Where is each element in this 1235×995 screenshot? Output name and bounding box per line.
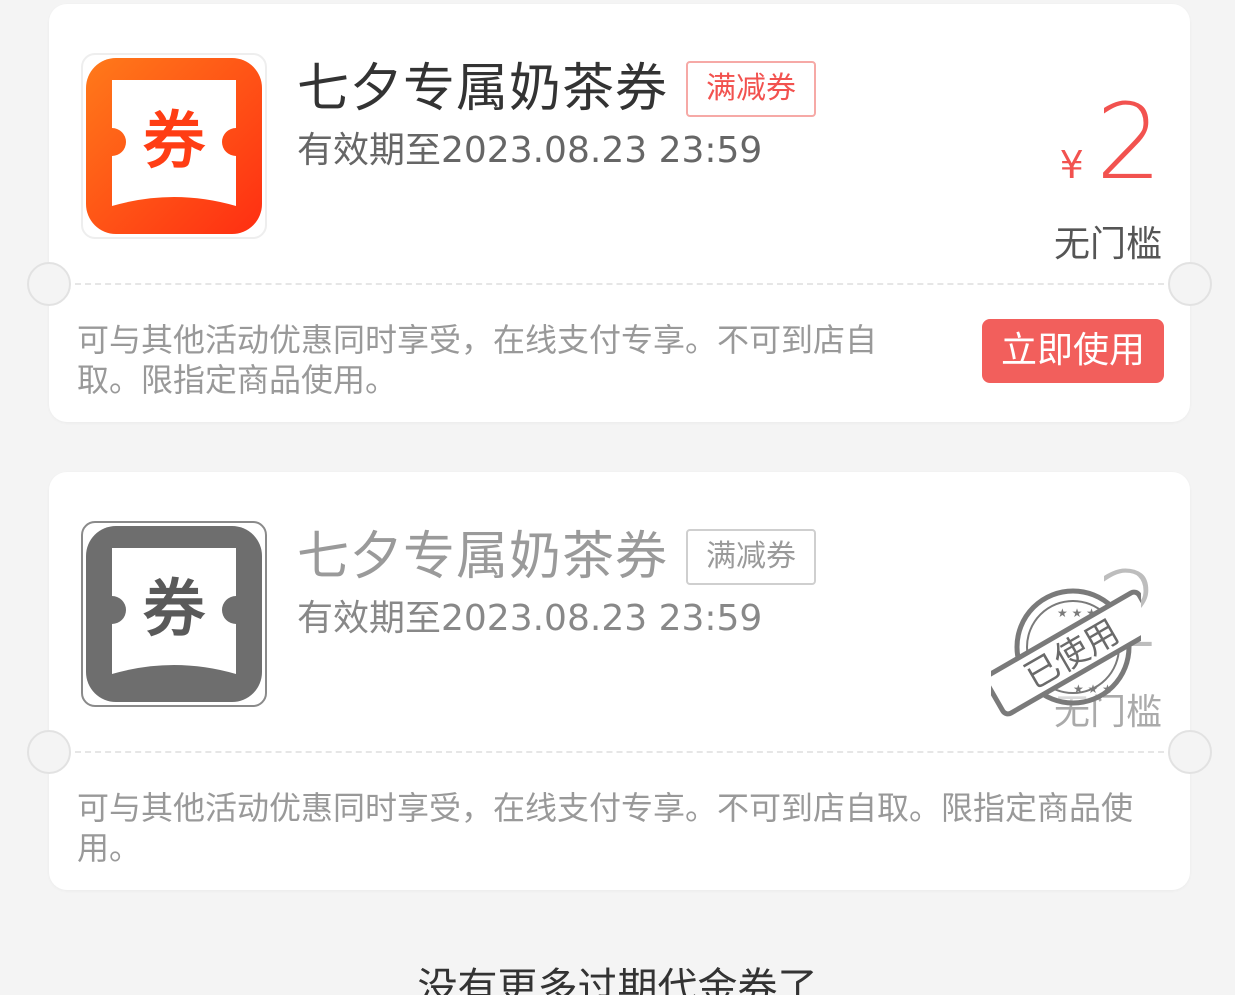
ticket-notch-left: [27, 730, 71, 774]
coupon-type-badge: 满减券: [686, 61, 817, 117]
svg-text:券: 券: [143, 572, 206, 645]
coupon-card[interactable]: 券 七夕专属奶茶券 满减券 有效期至2023.08.23 23:59 ¥ 2 无…: [27, 4, 1212, 422]
dashed-divider: [75, 283, 1164, 285]
coupon-icon: 券: [81, 53, 267, 239]
coupon-title: 七夕专属奶茶券: [297, 527, 669, 587]
coupon-title-row: 七夕专属奶茶券 满减券: [297, 56, 817, 122]
ticket-notch-right: [1168, 730, 1212, 774]
ticket-notch-right: [1168, 262, 1212, 306]
ticket-notch-left: [27, 262, 71, 306]
coupon-card-header: 券 七夕专属奶茶券 满减券 有效期至2023.08.23 23:59 2 无门槛…: [49, 472, 1190, 752]
coupon-amount: 2: [1096, 550, 1162, 670]
coupon-expiry: 有效期至2023.08.23 23:59: [297, 598, 763, 639]
dashed-divider: [75, 751, 1164, 753]
coupon-type-badge: 满减券: [686, 529, 817, 585]
svg-text:券: 券: [143, 104, 206, 177]
coupon-value: 2: [1095, 81, 1162, 203]
coupon-icon: 券: [81, 521, 267, 707]
currency-symbol: ¥: [1059, 143, 1084, 187]
coupon-card[interactable]: 券 七夕专属奶茶券 满减券 有效期至2023.08.23 23:59 2 无门槛…: [27, 472, 1212, 890]
coupon-title: 七夕专属奶茶券: [297, 59, 669, 119]
coupon-expiry: 有效期至2023.08.23 23:59: [297, 130, 763, 171]
coupon-threshold: 无门槛: [1053, 692, 1162, 733]
coupon-description: 可与其他活动优惠同时享受，在线支付专享。不可到店自取。限指定商品使用。: [77, 321, 878, 399]
coupon-title-row: 七夕专属奶茶券 满减券: [297, 524, 817, 590]
svg-text:★ ★ ★: ★ ★ ★: [1057, 606, 1097, 620]
coupon-list-page: 券 七夕专属奶茶券 满减券 有效期至2023.08.23 23:59 ¥ 2 无…: [0, 0, 1235, 995]
no-more-coupons-label: 没有更多过期代金券了: [417, 965, 818, 995]
coupon-value: 2: [1095, 549, 1162, 671]
coupon-threshold: 无门槛: [1053, 224, 1162, 265]
coupon-amount: ¥ 2: [1060, 82, 1162, 202]
coupon-description: 可与其他活动优惠同时享受，在线支付专享。不可到店自取。限指定商品使用。: [77, 789, 1134, 867]
use-now-button[interactable]: 立即使用: [982, 319, 1164, 383]
coupon-card-header: 券 七夕专属奶茶券 满减券 有效期至2023.08.23 23:59 ¥ 2 无…: [49, 4, 1190, 284]
